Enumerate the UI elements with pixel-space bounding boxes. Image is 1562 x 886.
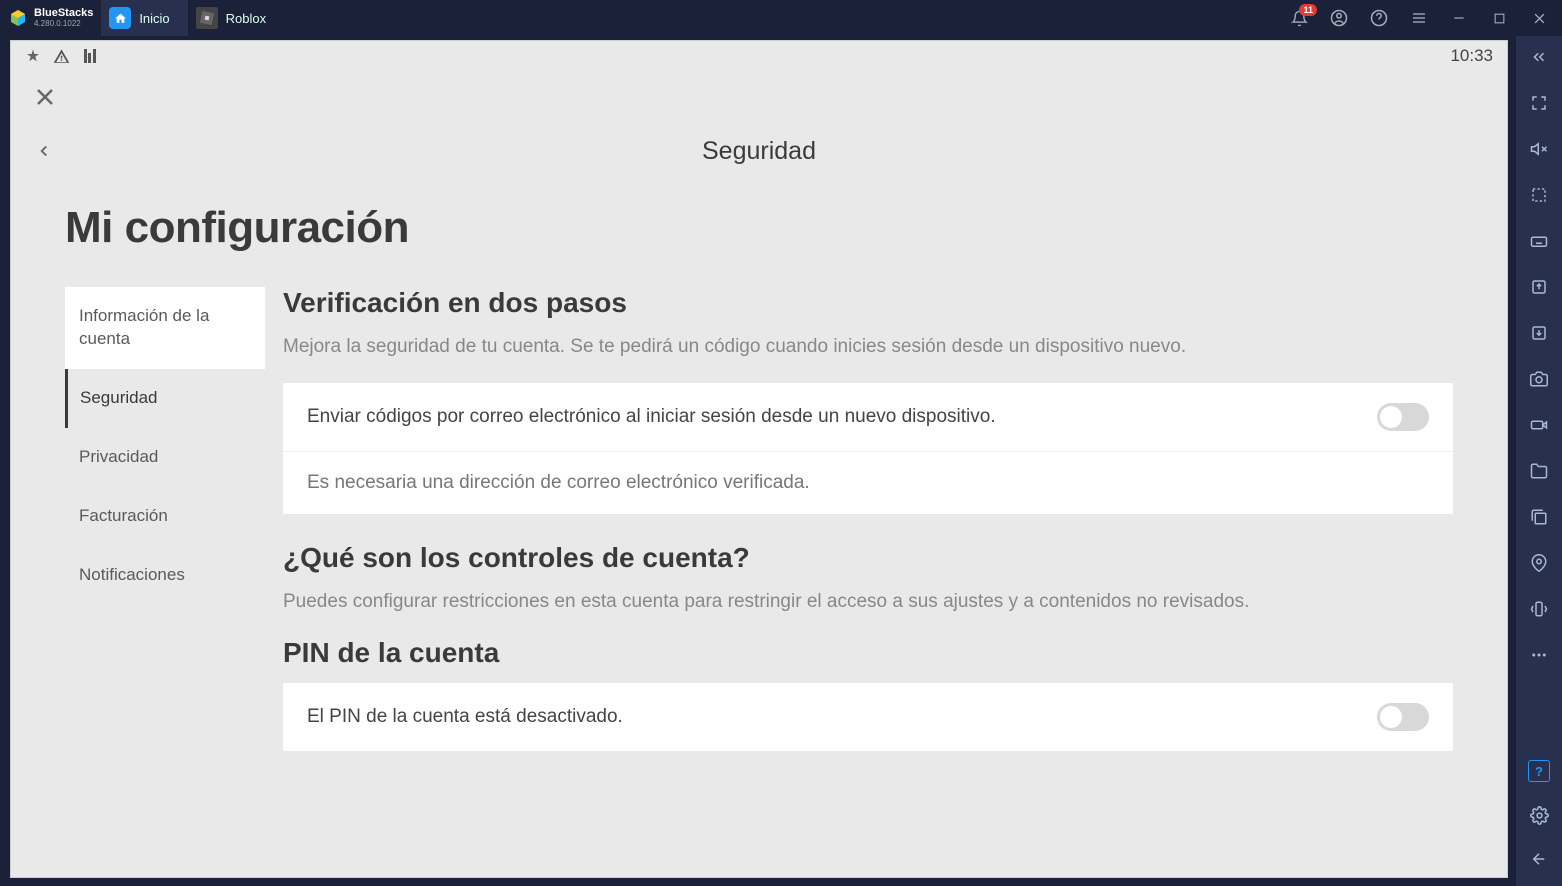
two-step-heading: Verificación en dos pasos	[283, 287, 1453, 319]
install-apk-icon[interactable]	[1528, 322, 1550, 344]
status-time: 10:33	[1450, 46, 1493, 66]
two-step-card: Enviar códigos por correo electrónico al…	[283, 383, 1453, 514]
pin-toggle-label: El PIN de la cuenta está desactivado.	[307, 706, 1361, 728]
two-step-desc: Mejora la seguridad de tu cuenta. Se te …	[283, 333, 1453, 361]
export-icon[interactable]	[1528, 276, 1550, 298]
tab-roblox[interactable]: Roblox	[188, 0, 284, 36]
config-title: Mi configuración	[65, 203, 1453, 253]
fullscreen-icon[interactable]	[1528, 92, 1550, 114]
folder-icon[interactable]	[1528, 460, 1550, 482]
pin-heading: PIN de la cuenta	[283, 637, 1453, 669]
sidebar-item-privacy[interactable]: Privacidad	[65, 428, 265, 487]
back-chevron-icon[interactable]	[35, 137, 53, 165]
email-code-toggle-label: Enviar códigos por correo electrónico al…	[307, 406, 1361, 428]
close-window-icon[interactable]	[1530, 9, 1548, 27]
account-icon[interactable]	[1330, 9, 1348, 27]
tab-label: Roblox	[226, 11, 266, 26]
brand-version: 4.280.0.1022	[34, 19, 93, 28]
settings-panel: Verificación en dos pasos Mejora la segu…	[283, 287, 1453, 779]
back-icon[interactable]	[1528, 848, 1550, 870]
keyboard-icon[interactable]	[1528, 230, 1550, 252]
tab-label: Inicio	[139, 11, 169, 26]
page-header: Seguridad	[11, 123, 1507, 179]
menu-icon[interactable]	[1410, 9, 1428, 27]
record-icon[interactable]	[1528, 414, 1550, 436]
minimize-icon[interactable]	[1450, 9, 1468, 27]
settings-sidebar: Información de la cuenta Seguridad Priva…	[65, 287, 265, 779]
warning-icon	[53, 48, 70, 65]
multi-instance-icon[interactable]	[1528, 506, 1550, 528]
email-code-toggle[interactable]	[1377, 403, 1429, 431]
brand-name: BlueStacks	[34, 8, 93, 19]
location-icon[interactable]	[1528, 552, 1550, 574]
window-controls	[1276, 9, 1562, 27]
screenshot-icon[interactable]	[1528, 368, 1550, 390]
help-icon[interactable]	[1370, 9, 1388, 27]
tab-home[interactable]: Inicio	[101, 0, 187, 36]
sidebar-item-billing[interactable]: Facturación	[65, 487, 265, 546]
roblox-icon	[196, 7, 218, 29]
sidebar-item-notifications[interactable]: Notificaciones	[65, 546, 265, 605]
pin-card: El PIN de la cuenta está desactivado.	[283, 683, 1453, 751]
close-icon[interactable]	[33, 85, 57, 109]
settings-icon[interactable]	[1528, 804, 1550, 826]
right-rail: ?	[1516, 36, 1562, 886]
volume-mute-icon[interactable]	[1528, 138, 1550, 160]
controls-heading: ¿Qué son los controles de cuenta?	[283, 542, 1453, 574]
bluestacks-logo: BlueStacks 4.280.0.1022	[0, 8, 101, 28]
collapse-rail-icon[interactable]	[1528, 46, 1550, 68]
more-icon[interactable]	[1528, 644, 1550, 666]
status-icon-3	[82, 47, 98, 65]
help-box-icon[interactable]: ?	[1528, 760, 1550, 782]
app-viewport: 10:33 Seguridad Mi configuración Informa…	[10, 40, 1508, 878]
shake-icon[interactable]	[1528, 598, 1550, 620]
content: Mi configuración Información de la cuent…	[11, 179, 1507, 877]
home-icon	[109, 7, 131, 29]
maximize-icon[interactable]	[1490, 9, 1508, 27]
sidebar-item-account-info[interactable]: Información de la cuenta	[65, 287, 265, 369]
close-row	[11, 71, 1507, 123]
selection-icon[interactable]	[1528, 184, 1550, 206]
sidebar-item-security[interactable]: Seguridad	[65, 369, 265, 428]
android-statusbar: 10:33	[11, 41, 1507, 71]
controls-desc: Puedes configurar restricciones en esta …	[283, 588, 1453, 616]
bell-icon[interactable]	[1290, 9, 1308, 27]
status-icon-1	[25, 48, 41, 64]
pin-toggle[interactable]	[1377, 703, 1429, 731]
titlebar: BlueStacks 4.280.0.1022 Inicio Roblox	[0, 0, 1562, 36]
page-title: Seguridad	[702, 137, 816, 166]
verified-email-note: Es necesaria una dirección de correo ele…	[307, 472, 1429, 494]
